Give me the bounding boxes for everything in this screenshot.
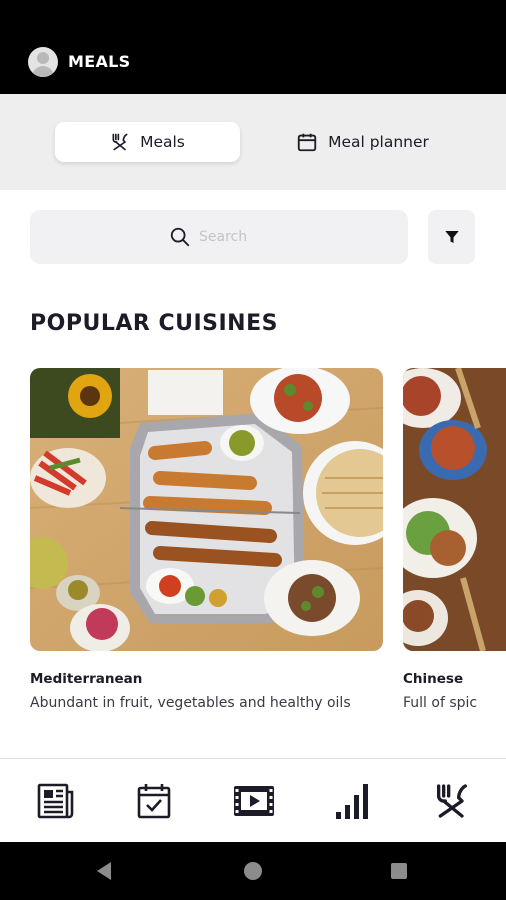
back-icon[interactable]	[97, 862, 111, 880]
bar-chart-icon	[336, 784, 368, 819]
nav-videos[interactable]	[232, 779, 276, 823]
tab-meal-planner-label: Meal planner	[328, 133, 429, 151]
tab-meal-planner[interactable]: Meal planner	[270, 122, 455, 162]
cuisine-name: Chinese	[403, 671, 464, 687]
filter-icon	[444, 231, 459, 243]
app-bar-title: MEALS	[68, 52, 131, 71]
nav-news[interactable]	[34, 779, 78, 823]
cuisine-description: Full of spic	[403, 695, 478, 711]
cuisine-image	[30, 368, 383, 651]
search-icon	[170, 227, 190, 247]
app-bar: MEALS	[0, 0, 506, 94]
cuisine-card-mediterranean[interactable]: Mediterranean Abundant in fruit, vegetab…	[30, 368, 383, 711]
newspaper-icon	[37, 783, 74, 819]
cuisine-carousel[interactable]: Mediterranean Abundant in fruit, vegetab…	[0, 368, 506, 728]
bottom-navigation	[0, 758, 506, 842]
cuisine-card-chinese[interactable]: Chinese Full of spic	[403, 368, 506, 711]
tab-meals[interactable]: Meals	[55, 122, 240, 162]
home-icon[interactable]	[244, 862, 262, 880]
nav-stats[interactable]	[331, 779, 375, 823]
search-bar[interactable]	[30, 210, 408, 264]
fork-knife-icon	[437, 784, 467, 818]
recents-icon[interactable]	[391, 863, 407, 879]
nav-meals[interactable]	[430, 779, 474, 823]
nav-planner[interactable]	[132, 779, 176, 823]
filter-button[interactable]	[428, 210, 475, 264]
fork-knife-icon	[112, 133, 128, 151]
calendar-check-icon	[137, 784, 171, 819]
cuisine-description: Abundant in fruit, vegetables and health…	[30, 695, 351, 711]
cuisine-name: Mediterranean	[30, 671, 143, 687]
avatar[interactable]	[28, 47, 58, 77]
cuisine-image	[403, 368, 506, 651]
calendar-icon	[297, 133, 317, 152]
system-navigation-bar	[0, 842, 506, 900]
section-title: POPULAR CUISINES	[30, 311, 278, 336]
search-input[interactable]	[199, 229, 269, 245]
tab-bar: Meals Meal planner	[0, 94, 506, 190]
tab-meals-label: Meals	[140, 133, 185, 151]
film-icon	[234, 786, 274, 816]
